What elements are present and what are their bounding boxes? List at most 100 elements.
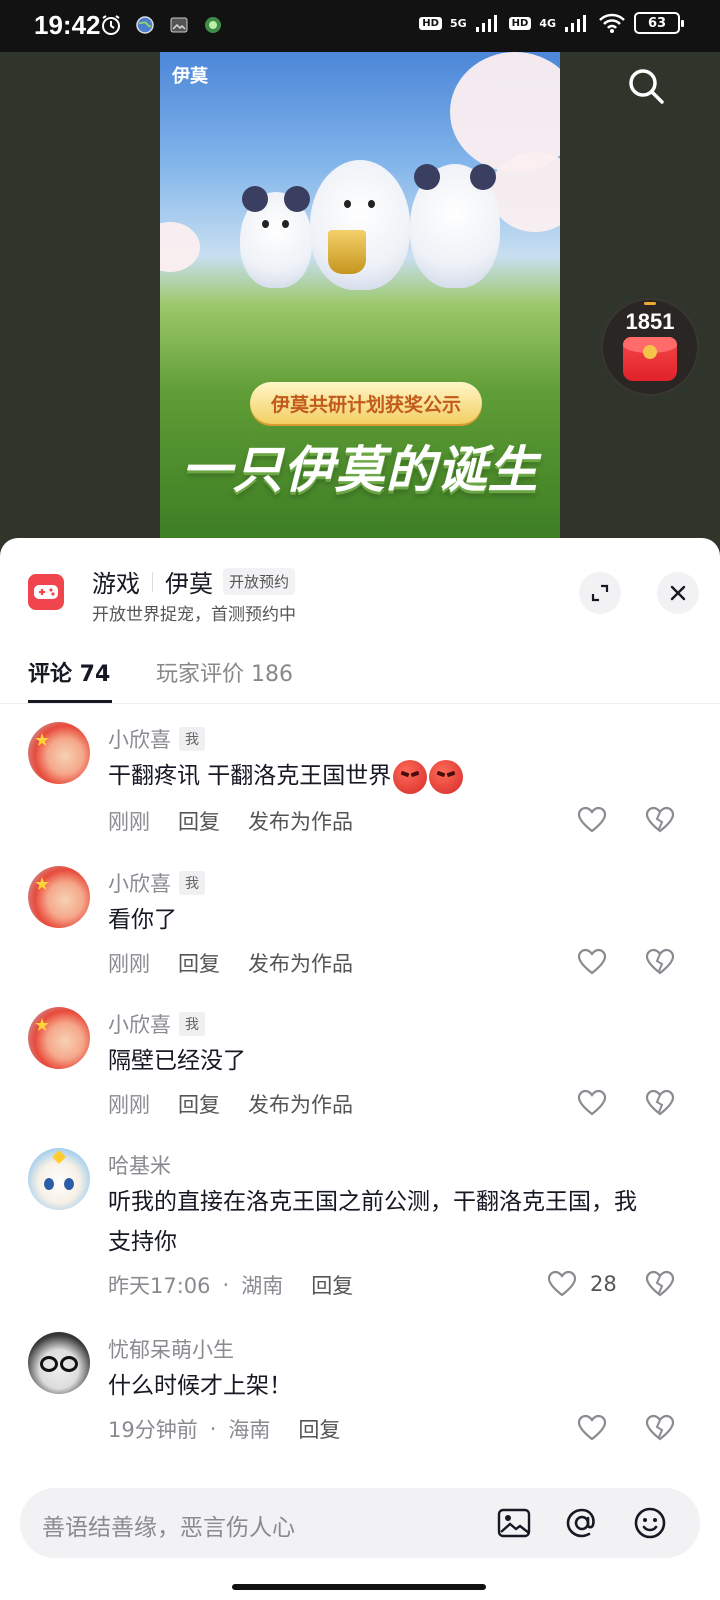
avatar[interactable] (28, 1332, 90, 1394)
like-button[interactable] (576, 804, 608, 836)
comment-text-line: 听我的直接在洛克王国之前公测，干翻洛克王国，我 (108, 1189, 637, 1215)
tab-comments[interactable]: 评论 74 (28, 656, 110, 704)
comment-text-row: 干翻疼讯 干翻洛克王国世界 (108, 756, 698, 796)
status-left-icons (100, 14, 224, 36)
video-area[interactable]: 19:42 HD 5G HD 4G 63 伊莫 伊莫共研计划获奖公示 一只伊莫的… (0, 0, 720, 560)
video-poster[interactable]: 伊莫 伊莫共研计划获奖公示 一只伊莫的诞生 (160, 52, 560, 538)
comment-time: 刚刚 (108, 952, 150, 976)
comment-text: 看你了 (108, 907, 177, 933)
angry-emoji-icon (429, 759, 464, 794)
avatar[interactable]: ★ (28, 866, 90, 928)
signal-icon-1 (475, 15, 497, 32)
network-5g: 5G (449, 16, 467, 30)
dislike-button[interactable] (644, 1268, 676, 1300)
broken-heart-icon (645, 948, 675, 975)
image-button[interactable] (496, 1505, 532, 1541)
comment-author-row: 小欣喜 我 (108, 724, 205, 754)
avatar[interactable] (28, 1148, 90, 1210)
at-icon (566, 1508, 595, 1538)
comment-author[interactable]: 小欣喜 (108, 868, 171, 898)
comment-author[interactable]: 忧郁呆萌小生 (108, 1334, 234, 1364)
like-count: 28 (590, 1272, 617, 1296)
comment-time: 刚刚 (108, 1093, 150, 1117)
game-category: 游戏 (92, 570, 140, 598)
like-button[interactable] (576, 946, 608, 978)
comment-sheet: 游戏 伊莫 开放预约 开放世界捉宠，首测预约中 评论 74 玩家评价 186 ★… (0, 538, 720, 1600)
publish-as-work-button[interactable]: 发布为作品 (248, 1089, 353, 1119)
avatar[interactable]: ★ (28, 1007, 90, 1069)
me-tag: 我 (179, 1012, 205, 1036)
broken-heart-icon (645, 1414, 675, 1441)
status-badge: 开放预约 (223, 568, 296, 595)
home-indicator[interactable] (232, 1584, 486, 1590)
poster-ribbon: 伊莫共研计划获奖公示 (250, 382, 482, 424)
comment-author[interactable]: 哈基米 (108, 1150, 171, 1180)
heart-icon (577, 806, 607, 833)
comment-meta: 昨天17:06 · 湖南 回复 (108, 1270, 353, 1300)
gallery-icon (168, 14, 190, 36)
comment-location: 海南 (228, 1418, 271, 1442)
alarm-icon (100, 14, 122, 36)
dislike-button[interactable] (644, 804, 676, 836)
comment-meta: 刚刚 回复 发布为作品 (108, 806, 353, 836)
meta-separator: · (222, 1273, 230, 1297)
dislike-button[interactable] (644, 946, 676, 978)
comment-item: ★ 小欣喜 我 看你了 刚刚 回复 发布为作品 (0, 858, 720, 998)
reply-button[interactable]: 回复 (178, 806, 220, 836)
tab-player-reviews[interactable]: 玩家评价 186 (156, 656, 293, 704)
close-icon (670, 585, 686, 601)
comment-text: 干翻疼讯 干翻洛克王国世界 (108, 763, 392, 789)
meta-separator: · (209, 1417, 217, 1441)
tab-bar: 评论 74 玩家评价 186 (0, 648, 720, 704)
search-button[interactable] (618, 58, 674, 114)
poster-logo: 伊莫 (172, 66, 208, 87)
avatar[interactable]: ★ (28, 722, 90, 784)
game-subtitle: 开放世界捉宠，首测预约中 (92, 605, 296, 625)
reply-button[interactable]: 回复 (178, 1089, 220, 1119)
game-title-row: 游戏 伊莫 开放预约 (92, 564, 296, 599)
comment-text: 什么时候才上架！ (108, 1373, 292, 1399)
game-header[interactable]: 游戏 伊莫 开放预约 开放世界捉宠，首测预约中 (0, 538, 720, 648)
comment-item: 忧郁呆萌小生 什么时候才上架！ 19分钟前 · 海南 回复 (0, 1324, 720, 1464)
heart-icon (577, 948, 607, 975)
battery-indicator: 63 (634, 12, 684, 34)
reply-button[interactable]: 回复 (298, 1414, 340, 1444)
creature-right (410, 164, 500, 288)
comment-meta: 刚刚 回复 发布为作品 (108, 948, 353, 978)
wifi-icon (599, 13, 625, 33)
emoji-button[interactable] (632, 1505, 668, 1541)
red-packet-count: 1851 (625, 309, 675, 334)
reply-button[interactable]: 回复 (178, 948, 220, 978)
dislike-button[interactable] (644, 1087, 676, 1119)
mention-button[interactable] (564, 1505, 600, 1541)
game-name: 伊莫 (165, 570, 213, 598)
close-button[interactable] (657, 572, 699, 614)
app-notification-icon (202, 14, 224, 36)
comment-input-placeholder[interactable]: 善语结善缘，恶言伤人心 (42, 1508, 295, 1542)
network-4g: 4G (539, 16, 556, 30)
comment-item: ★ 小欣喜 我 隔壁已经没了 刚刚 回复 发布为作品 (0, 999, 720, 1139)
comment-author[interactable]: 小欣喜 (108, 1009, 171, 1039)
like-button[interactable] (576, 1087, 608, 1119)
dislike-button[interactable] (644, 1412, 676, 1444)
comment-time: 19分钟前 (108, 1418, 198, 1442)
timer-bar (644, 302, 656, 305)
hd-badge-1: HD (419, 16, 442, 30)
like-button[interactable] (546, 1268, 578, 1300)
comment-author[interactable]: 小欣喜 (108, 724, 171, 754)
title-divider (152, 571, 153, 592)
angry-emoji-icon (393, 759, 428, 794)
publish-as-work-button[interactable]: 发布为作品 (248, 948, 353, 978)
publish-as-work-button[interactable]: 发布为作品 (248, 806, 353, 836)
search-icon (629, 69, 664, 104)
gamepad-icon (28, 574, 64, 610)
reply-button[interactable]: 回复 (311, 1270, 353, 1300)
red-packet-button[interactable]: 1851 (601, 298, 699, 396)
expand-button[interactable] (579, 572, 621, 614)
comment-text: 隔壁已经没了 (108, 1048, 246, 1074)
image-icon (497, 1508, 531, 1538)
comment-time: 刚刚 (108, 810, 150, 834)
like-button[interactable] (576, 1412, 608, 1444)
comment-input[interactable]: 善语结善缘，恶言伤人心 (20, 1488, 700, 1558)
expand-icon (591, 584, 609, 602)
